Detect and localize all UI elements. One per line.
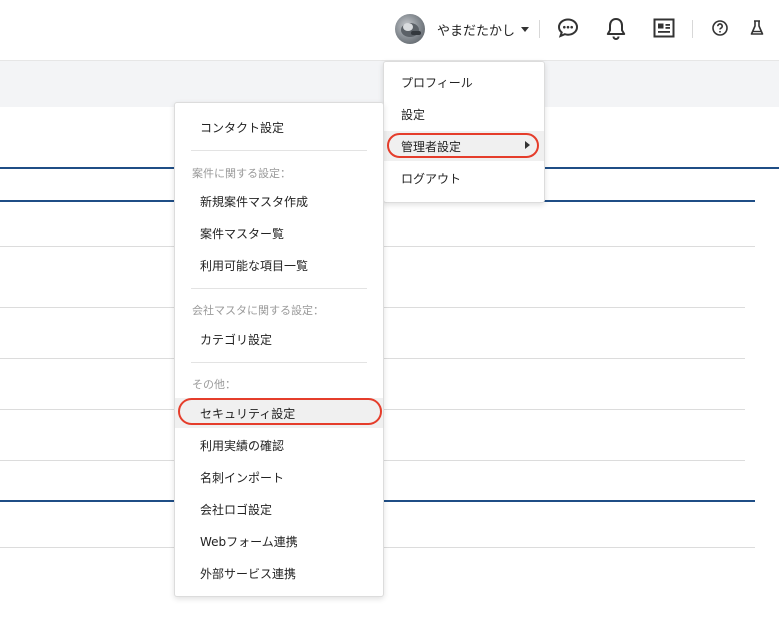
menu-item-profile[interactable]: プロフィール xyxy=(384,67,544,97)
menu-item-logout[interactable]: ログアウト xyxy=(384,163,544,193)
chevron-down-icon xyxy=(521,27,530,32)
avatar[interactable] xyxy=(395,14,425,44)
menu-item-new-deal-master[interactable]: 新規案件マスタ作成 xyxy=(175,186,383,216)
admin-settings-submenu: コンタクト設定 案件に関する設定： 新規案件マスタ作成 案件マスター覧 利用可能… xyxy=(174,102,384,597)
user-menu-toggle[interactable]: やまだたかし xyxy=(437,20,530,39)
menu-item-label: カテゴリ設定 xyxy=(200,332,273,347)
menu-item-category-settings[interactable]: カテゴリ設定 xyxy=(175,324,383,354)
divider xyxy=(692,20,693,38)
menu-item-label: 設定 xyxy=(401,107,426,122)
menu-item-available-fields[interactable]: 利用可能な項目一覧 xyxy=(175,250,383,280)
highlight-ring xyxy=(178,398,382,425)
menu-item-label: 名刺インポート xyxy=(200,470,285,485)
top-bar: やまだたかし xyxy=(0,0,779,61)
menu-item-settings[interactable]: 設定 xyxy=(384,99,544,129)
divider xyxy=(191,288,367,289)
menu-item-label: コンタクト設定 xyxy=(200,120,285,135)
bell-icon[interactable] xyxy=(604,16,628,46)
menu-item-deal-master-list[interactable]: 案件マスター覧 xyxy=(175,218,383,248)
username-label: やまだたかし xyxy=(437,24,516,39)
chat-bubble-icon[interactable] xyxy=(556,16,580,44)
user-dropdown-menu: プロフィール 設定 管理者設定 ログアウト xyxy=(383,61,545,203)
menu-item-card-import[interactable]: 名刺インポート xyxy=(175,462,383,492)
menu-item-label: 会社ロゴ設定 xyxy=(200,502,273,517)
menu-item-external-services[interactable]: 外部サービス連携 xyxy=(175,558,383,588)
menu-item-label: ログアウト xyxy=(401,171,462,186)
id-card-icon[interactable] xyxy=(652,16,676,44)
divider xyxy=(191,150,367,151)
divider xyxy=(191,362,367,363)
menu-item-web-form[interactable]: Webフォーム連携 xyxy=(175,526,383,556)
menu-item-usage-check[interactable]: 利用実績の確認 xyxy=(175,430,383,460)
menu-item-label: 案件マスター覧 xyxy=(200,226,285,241)
menu-item-label: 利用可能な項目一覧 xyxy=(200,258,309,273)
section-heading: 案件に関する設定： xyxy=(192,167,291,180)
menu-item-company-logo[interactable]: 会社ロゴ設定 xyxy=(175,494,383,524)
flask-icon[interactable] xyxy=(749,19,765,41)
section-heading: 会社マスタに関する設定： xyxy=(192,304,324,317)
menu-item-label: 利用実績の確認 xyxy=(200,438,285,453)
section-heading: その他： xyxy=(192,378,236,391)
menu-item-label: 新規案件マスタ作成 xyxy=(200,194,309,209)
menu-item-contact-settings[interactable]: コンタクト設定 xyxy=(175,112,383,142)
menu-item-label: プロフィール xyxy=(401,75,473,90)
menu-item-label: 外部サービス連携 xyxy=(200,566,297,581)
help-circle-icon[interactable] xyxy=(711,19,729,41)
divider xyxy=(539,20,540,38)
highlight-ring xyxy=(387,133,539,158)
menu-item-label: Webフォーム連携 xyxy=(200,534,298,549)
